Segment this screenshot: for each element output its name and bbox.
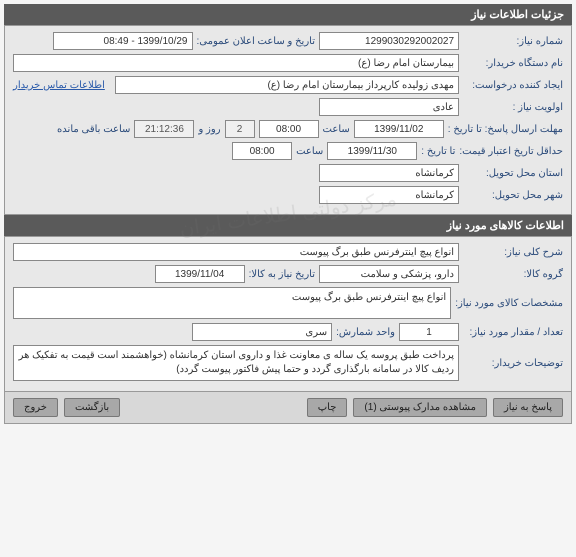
validity-to-label: تا تاریخ :: [421, 146, 455, 157]
deadline-time-field: 08:00: [259, 120, 319, 138]
need-date-field: 1399/11/04: [155, 265, 245, 283]
attachments-button[interactable]: مشاهده مدارک پیوستی (1): [353, 398, 487, 417]
public-date-field: 1399/10/29 - 08:49: [53, 32, 193, 50]
need-date-label: تاریخ نیاز به کالا:: [249, 269, 315, 280]
need-number-field: 1299030292002027: [319, 32, 459, 50]
buyer-notes-field: پرداخت طبق پروسه یک ساله ی معاونت غذا و …: [13, 345, 459, 381]
city-label: شهر محل تحویل:: [463, 190, 563, 201]
section2-header: اطلاعات کالاهای مورد نیاز: [4, 215, 572, 236]
deadline-date-field: 1399/11/02: [354, 120, 444, 138]
need-number-label: شماره نیاز:: [463, 36, 563, 47]
public-date-label: تاریخ و ساعت اعلان عمومی:: [197, 36, 316, 47]
unit-field: سری: [192, 323, 332, 341]
section2-body: شرح کلی نیاز: انواع پیچ اینترفرنس طبق بر…: [4, 236, 572, 392]
qty-label: تعداد / مقدار مورد نیاز:: [463, 327, 563, 338]
city-field: کرمانشاه: [319, 186, 459, 204]
deadline-label: مهلت ارسال پاسخ: تا تاریخ :: [448, 124, 563, 135]
button-row: پاسخ به نیاز مشاهده مدارک پیوستی (1) چاپ…: [4, 392, 572, 424]
section1-header: جزئیات اطلاعات نیاز: [4, 4, 572, 25]
days-label: روز و: [198, 124, 220, 135]
section1-body: شماره نیاز: 1299030292002027 تاریخ و ساع…: [4, 25, 572, 215]
province-label: استان محل تحویل:: [463, 168, 563, 179]
time-left-field: 21:12:36: [134, 120, 194, 138]
days-left-field: 2: [225, 120, 255, 138]
print-button[interactable]: چاپ: [307, 398, 348, 417]
group-label: گروه کالا:: [463, 269, 563, 280]
unit-label: واحد شمارش:: [336, 327, 395, 338]
contact-link[interactable]: اطلاعات تماس خریدار: [13, 80, 105, 91]
validity-time-label: ساعت: [296, 146, 323, 157]
priority-label: اولویت نیاز :: [463, 102, 563, 113]
desc-field: انواع پیچ اینترفرنس طبق برگ پیوست: [13, 243, 459, 261]
priority-field: عادی: [319, 98, 459, 116]
spec-field: انواع پیچ اینترفرنس طبق برگ پیوست: [13, 287, 451, 319]
province-field: کرمانشاه: [319, 164, 459, 182]
creator-label: ایجاد کننده درخواست:: [463, 80, 563, 91]
validity-time-field: 08:00: [232, 142, 292, 160]
reply-button[interactable]: پاسخ به نیاز: [493, 398, 563, 417]
desc-label: شرح کلی نیاز:: [463, 247, 563, 258]
back-button[interactable]: بازگشت: [64, 398, 120, 417]
spec-label: مشخصات کالای مورد نیاز:: [455, 298, 563, 309]
exit-button[interactable]: خروج: [13, 398, 58, 417]
validity-label: حداقل تاریخ اعتبار قیمت:: [459, 146, 563, 157]
time-left-label: ساعت باقی مانده: [57, 124, 130, 135]
buyer-org-field: بیمارستان امام رضا (ع): [13, 54, 459, 72]
buyer-org-label: نام دستگاه خریدار:: [463, 58, 563, 69]
creator-field: مهدی زولیده کارپرداز بیمارستان امام رضا …: [115, 76, 459, 94]
validity-date-field: 1399/11/30: [327, 142, 417, 160]
deadline-time-label: ساعت: [323, 124, 350, 135]
qty-field: 1: [399, 323, 459, 341]
buyer-notes-label: توضیحات خریدار:: [463, 358, 563, 369]
group-field: دارو، پزشکی و سلامت: [319, 265, 459, 283]
